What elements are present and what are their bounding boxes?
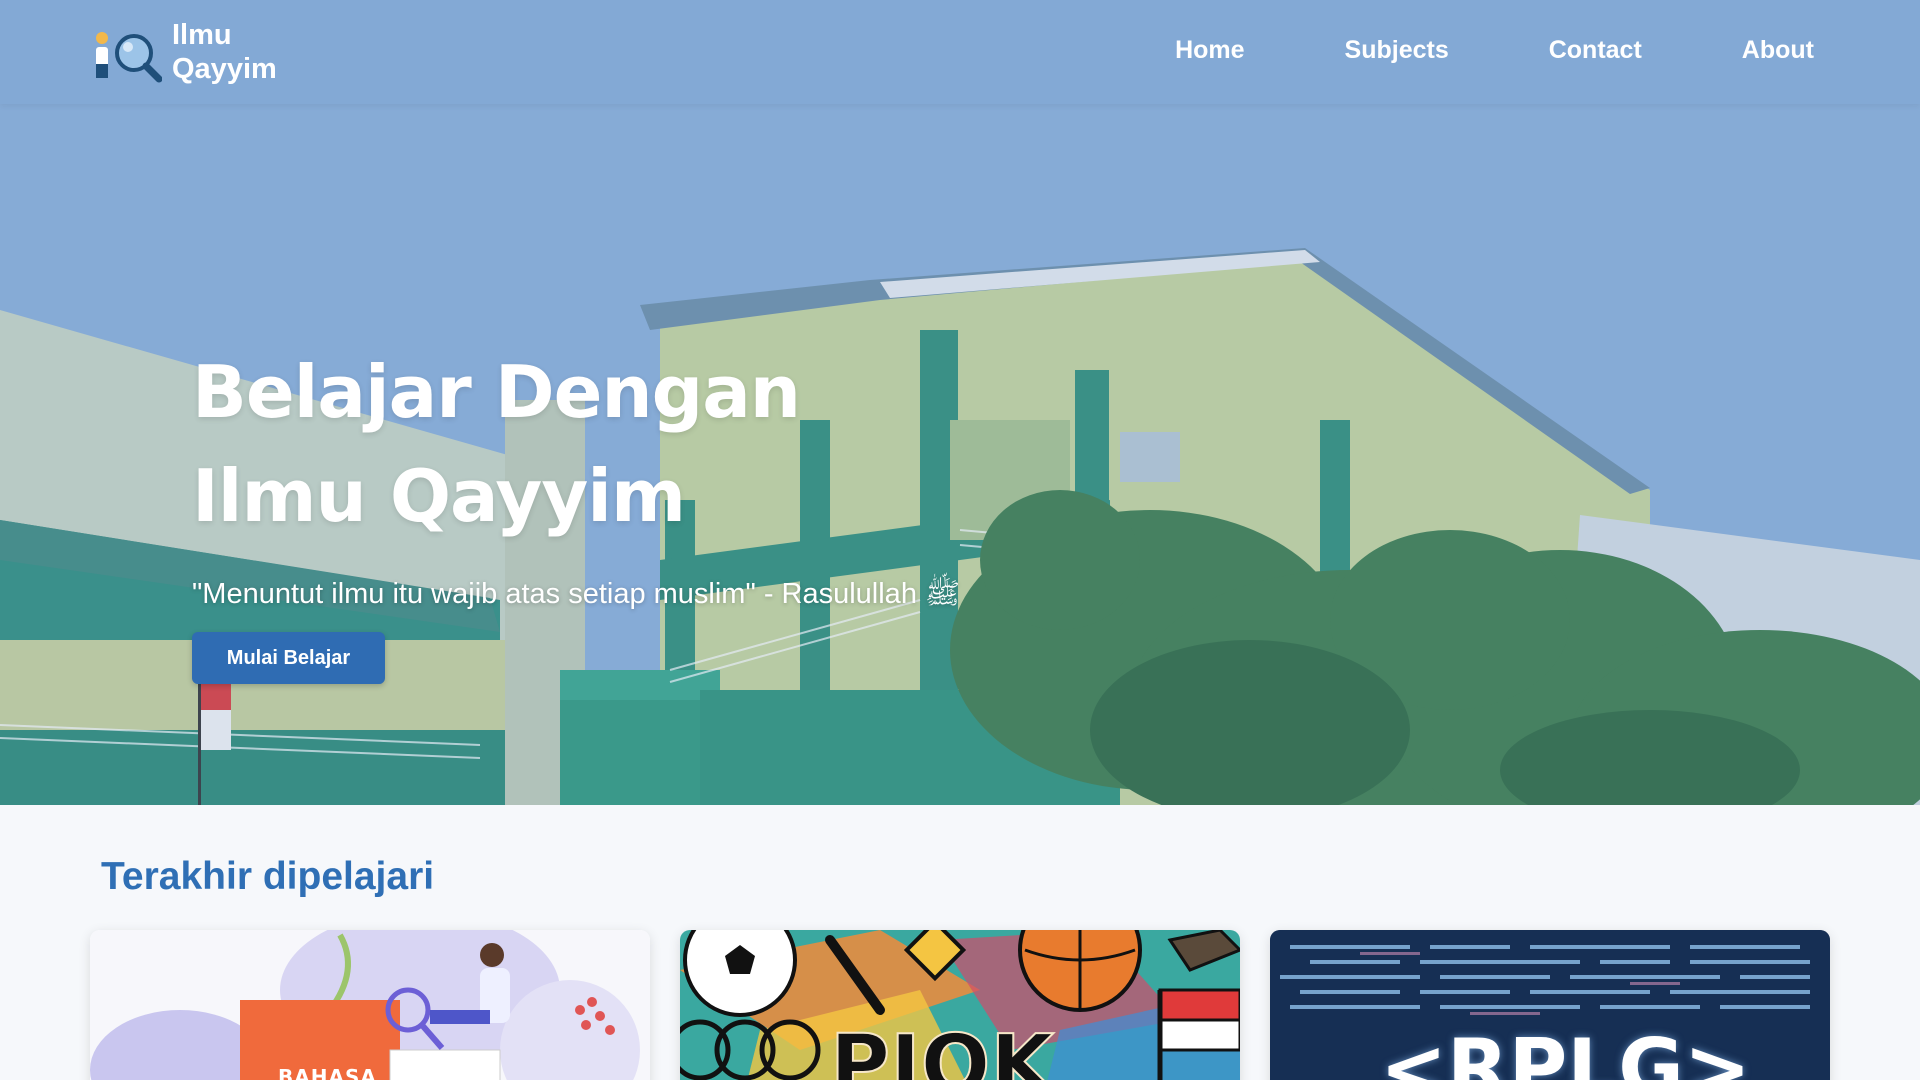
hero-title-line2: Ilmu Qayyim bbox=[192, 454, 686, 538]
subject-card-label: PJOK bbox=[829, 1017, 1055, 1080]
subject-card-rplg[interactable]: <RPLG> bbox=[1270, 930, 1830, 1080]
nav-subjects[interactable]: Subjects bbox=[1345, 36, 1449, 65]
hero-section: Belajar Dengan Ilmu Qayyim "Menuntut ilm… bbox=[0, 0, 1920, 805]
main-nav: Home Subjects Contact About bbox=[1175, 36, 1814, 65]
navbar: Ilmu Qayyim Home Subjects Contact About bbox=[0, 0, 1920, 104]
brand-name: Ilmu Qayyim bbox=[172, 18, 292, 86]
start-learning-button[interactable]: Mulai Belajar bbox=[192, 632, 385, 684]
brand-name-line2: Qayyim bbox=[172, 53, 277, 85]
subject-card-label: <RPLG> bbox=[1380, 1022, 1751, 1080]
subject-card-pjok[interactable]: PJOK bbox=[680, 930, 1240, 1080]
recent-section-title: Terakhir dipelajari bbox=[101, 855, 435, 898]
brand-name-line1: Ilmu bbox=[172, 19, 232, 51]
person-magnifier-icon bbox=[90, 20, 163, 84]
recent-section: Terakhir dipelajari BAHASA PJOK <RPLG> bbox=[0, 805, 1920, 1080]
subject-card-label: BAHASA bbox=[278, 1065, 377, 1080]
bahasa-illustration bbox=[90, 930, 650, 1080]
hero-title-line1: Belajar Dengan bbox=[192, 350, 801, 434]
hero-quote: "Menuntut ilmu itu wajib atas setiap mus… bbox=[192, 578, 961, 610]
nav-home[interactable]: Home bbox=[1175, 36, 1244, 65]
brand[interactable]: Ilmu Qayyim bbox=[90, 18, 292, 86]
nav-about[interactable]: About bbox=[1742, 36, 1814, 65]
subject-card-bahasa[interactable]: BAHASA bbox=[90, 930, 650, 1080]
nav-contact[interactable]: Contact bbox=[1549, 36, 1642, 65]
hero-content: Belajar Dengan Ilmu Qayyim "Menuntut ilm… bbox=[192, 340, 960, 684]
hero-title: Belajar Dengan Ilmu Qayyim bbox=[192, 340, 892, 548]
